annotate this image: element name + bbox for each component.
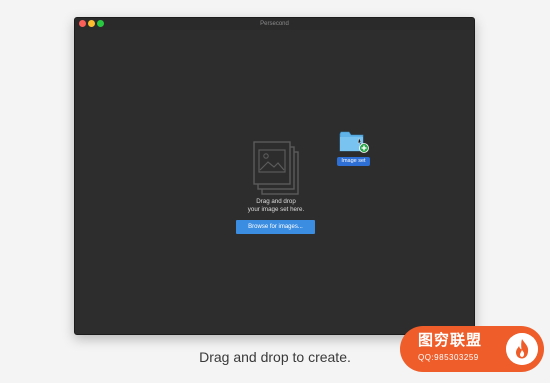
flame-logo-icon — [506, 333, 538, 365]
app-window: Persecond Drag and drop your image set h… — [74, 17, 475, 335]
window-title: Persecond — [260, 21, 289, 27]
watermark-title: 图穷联盟 — [418, 332, 483, 349]
watermark-subtitle: QQ:985303259 — [418, 353, 479, 362]
image-stack-icon — [253, 141, 299, 195]
drop-instruction-line1: Drag and drop — [256, 198, 296, 205]
title-bar[interactable]: Persecond — [75, 18, 474, 30]
watermark-badge: 图穷联盟 QQ:985303259 — [400, 326, 544, 372]
dragged-image-set[interactable]: Image set — [337, 129, 373, 169]
drop-instruction-line2: your image set here. — [247, 206, 305, 213]
browse-images-button[interactable]: Browse for images... — [236, 220, 315, 234]
screenshot-stage: Persecond Drag and drop your image set h… — [0, 0, 550, 383]
folder-add-icon — [339, 131, 369, 153]
image-set-label: Image set — [337, 157, 370, 166]
drop-zone[interactable]: Drag and drop your image set here. Brows… — [75, 30, 474, 334]
